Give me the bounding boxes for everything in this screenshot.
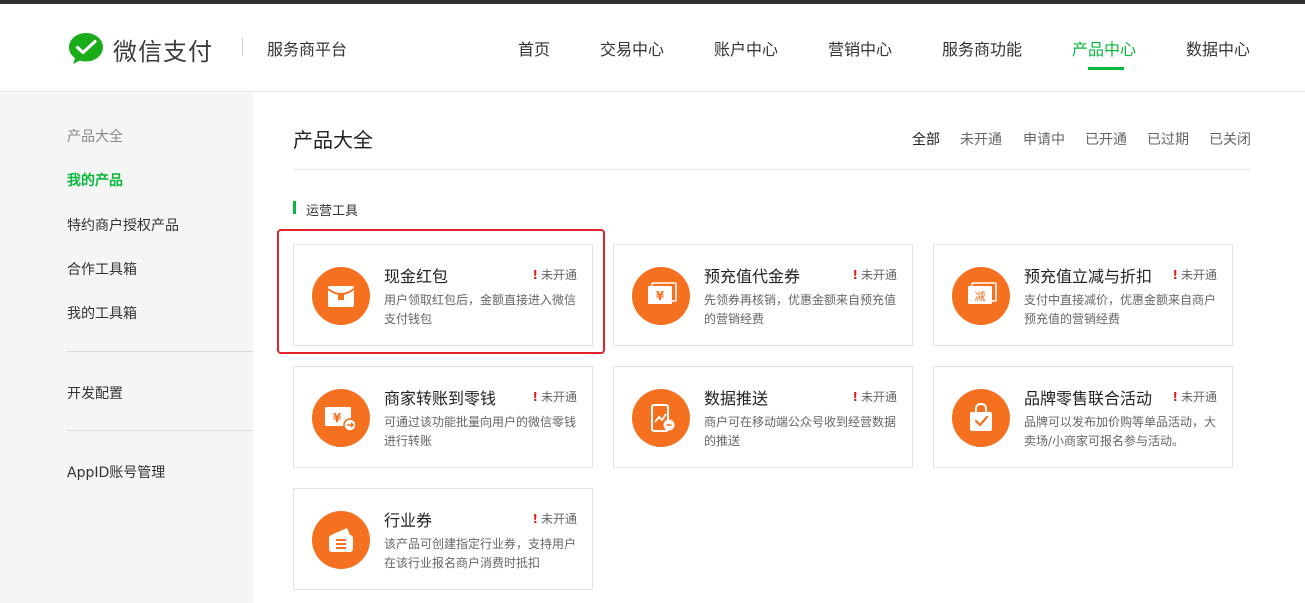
- product-description: 先领券再核销，优惠金额来自预充值的营销经费: [704, 293, 897, 326]
- wechat-pay-logo[interactable]: 微信支付: [67, 30, 213, 68]
- mobile-data-icon: [632, 389, 690, 447]
- warning-icon: !: [1172, 390, 1178, 404]
- shopping-bag-icon: [952, 389, 1010, 447]
- filter-expired[interactable]: 已过期: [1147, 129, 1189, 149]
- product-card-prepaid-discount[interactable]: 减 预充值立减与折扣 ! 未开通 支付中直接减价，优惠金额来自商户预充值的营销经费: [933, 244, 1233, 346]
- svg-text:减: 减: [975, 290, 986, 303]
- sidebar-item-my-toolbox[interactable]: 我的工具箱: [67, 303, 137, 323]
- page-title: 产品大全: [293, 128, 373, 152]
- product-card-merchant-transfer[interactable]: ¥ 商家转账到零钱 ! 未开通 可通过该功能批量向用户的微信零钱进行转账: [293, 366, 593, 468]
- highlight-box: [277, 229, 605, 354]
- discount-ticket-icon: 减: [952, 267, 1010, 325]
- product-title: 行业券: [384, 511, 433, 530]
- svg-text:¥: ¥: [656, 289, 665, 303]
- filter-all[interactable]: 全部: [912, 129, 940, 149]
- product-description: 品牌可以发布加价购等单品活动，大卖场/小商家可报名参与活动。: [1024, 415, 1217, 448]
- nav-provider-features[interactable]: 服务商功能: [942, 36, 1022, 60]
- wechat-pay-icon: [69, 33, 103, 64]
- yen-voucher-icon: ¥: [632, 267, 690, 325]
- platform-name: 服务商平台: [267, 40, 348, 59]
- product-title: 预充值立减与折扣: [1024, 267, 1153, 286]
- sidebar-divider: [67, 430, 253, 431]
- nav-account[interactable]: 账户中心: [714, 36, 778, 60]
- money-transfer-icon: ¥: [312, 389, 370, 447]
- product-card-data-push[interactable]: 数据推送 ! 未开通 商户可在移动端公众号收到经营数据的推送: [613, 366, 913, 468]
- product-card-prepaid-voucher[interactable]: ¥ 预充值代金券 ! 未开通 先领券再核销，优惠金额来自预充值的营销经费: [613, 244, 913, 346]
- sidebar-item-dev-config[interactable]: 开发配置: [67, 383, 123, 403]
- product-description: 可通过该功能批量向用户的微信零钱进行转账: [384, 415, 577, 448]
- section-title: 运营工具: [306, 204, 359, 219]
- section-marker: [293, 201, 296, 214]
- filter-not-opened[interactable]: 未开通: [960, 129, 1002, 149]
- sidebar-item-partner-toolbox[interactable]: 合作工具箱: [67, 259, 137, 279]
- nav-home[interactable]: 首页: [518, 36, 550, 60]
- header: 微信支付 服务商平台 首页 交易中心 账户中心 营销中心 服务商功能 产品中心 …: [0, 4, 1305, 92]
- content-divider: [293, 169, 1251, 170]
- product-description: 商户可在移动端公众号收到经营数据的推送: [704, 415, 897, 448]
- filter-opened[interactable]: 已开通: [1085, 129, 1127, 149]
- status-badge: ! 未开通: [1172, 390, 1218, 404]
- product-card-brand-retail[interactable]: 品牌零售联合活动 ! 未开通 品牌可以发布加价购等单品活动，大卖场/小商家可报名参…: [933, 366, 1233, 468]
- warning-icon: !: [1172, 268, 1178, 282]
- sidebar-heading: 产品大全: [67, 129, 123, 145]
- logo-text: 微信支付: [113, 37, 213, 66]
- status-badge: ! 未开通: [1172, 268, 1218, 282]
- product-title: 数据推送: [704, 389, 769, 408]
- status-badge: ! 未开通: [532, 512, 578, 526]
- sidebar: 产品大全 我的产品 特约商户授权产品 合作工具箱 我的工具箱 开发配置 AppI…: [0, 93, 253, 603]
- status-badge: ! 未开通: [852, 390, 898, 404]
- product-title: 预充值代金券: [704, 267, 801, 286]
- status-badge: ! 未开通: [532, 390, 578, 404]
- warning-icon: !: [532, 512, 538, 526]
- warning-icon: !: [532, 390, 538, 404]
- product-card-industry-coupon[interactable]: 行业券 ! 未开通 该产品可创建指定行业券，支持用户在该行业报名商户消费时抵扣: [293, 488, 593, 590]
- sidebar-item-my-products[interactable]: 我的产品: [67, 170, 123, 190]
- product-description: 该产品可创建指定行业券，支持用户在该行业报名商户消费时抵扣: [384, 537, 577, 570]
- warning-icon: !: [852, 268, 858, 282]
- nav-marketing[interactable]: 营销中心: [828, 36, 892, 60]
- sidebar-item-appid[interactable]: AppID账号管理: [67, 462, 165, 482]
- status-badge: ! 未开通: [852, 268, 898, 282]
- product-description: 支付中直接减价，优惠金额来自商户预充值的营销经费: [1024, 293, 1217, 326]
- nav-active-underline: [1088, 67, 1124, 70]
- product-title: 商家转账到零钱: [384, 389, 497, 408]
- filter-applying[interactable]: 申请中: [1023, 129, 1065, 149]
- filter-closed[interactable]: 已关闭: [1209, 129, 1251, 149]
- wallet-coupon-icon: [312, 511, 370, 569]
- product-title: 品牌零售联合活动: [1024, 389, 1153, 408]
- sidebar-item-authorized-products[interactable]: 特约商户授权产品: [67, 215, 179, 235]
- nav-products[interactable]: 产品中心: [1072, 36, 1136, 60]
- logo-separator: [242, 38, 243, 56]
- svg-text:¥: ¥: [333, 411, 342, 425]
- nav-transactions[interactable]: 交易中心: [600, 36, 664, 60]
- sidebar-divider: [67, 351, 253, 352]
- warning-icon: !: [852, 390, 858, 404]
- nav-data[interactable]: 数据中心: [1186, 36, 1250, 60]
